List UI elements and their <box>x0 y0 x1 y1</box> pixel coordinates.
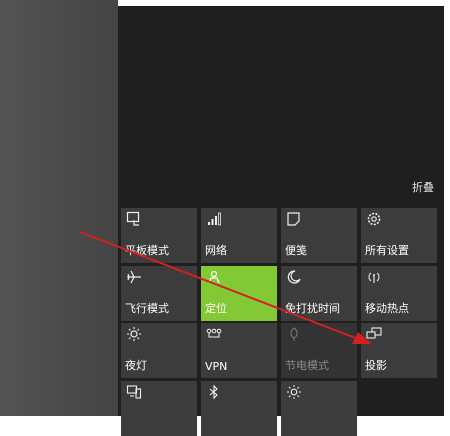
note-icon <box>286 211 302 227</box>
tile-label: 飞行模式 <box>125 302 169 315</box>
collapse-button[interactable]: 折叠 <box>412 179 434 195</box>
settings-gear-icon <box>366 211 382 227</box>
tile-label: 便笺 <box>285 244 307 257</box>
night-light-icon <box>126 326 142 342</box>
tile-bluetooth[interactable] <box>201 381 277 436</box>
tile-label: 所有设置 <box>365 244 409 257</box>
project-icon <box>366 326 382 342</box>
tile-note[interactable]: 便笺 <box>281 208 357 263</box>
tablet-mode-icon <box>126 211 142 227</box>
brightness-icon <box>286 384 302 400</box>
tile-quiet-hours[interactable]: 免打扰时间 <box>281 266 357 321</box>
tile-project[interactable]: 投影 <box>361 323 437 378</box>
tile-label: 投影 <box>365 359 387 372</box>
battery-saver-icon <box>286 326 302 342</box>
tile-location[interactable]: 定位 <box>201 266 277 321</box>
desktop-background <box>0 0 118 416</box>
tile-vpn[interactable]: VPN <box>201 323 277 378</box>
tile-label: 夜灯 <box>125 359 147 372</box>
bluetooth-icon <box>206 384 222 400</box>
tile-connect[interactable] <box>121 381 197 436</box>
tile-network[interactable]: 网络 <box>201 208 277 263</box>
tile-battery-saver[interactable]: 节电模式 <box>281 323 357 378</box>
mobile-hotspot-icon <box>366 269 382 285</box>
connect-icon <box>126 384 142 400</box>
quiet-hours-moon-icon <box>286 269 302 285</box>
tile-label: 网络 <box>205 244 227 257</box>
tile-all-settings[interactable]: 所有设置 <box>361 208 437 263</box>
network-icon <box>206 211 222 227</box>
tile-label: 定位 <box>205 302 227 315</box>
tile-brightness[interactable] <box>281 381 357 436</box>
tile-night-light[interactable]: 夜灯 <box>121 323 197 378</box>
location-icon <box>206 269 222 285</box>
vpn-icon <box>206 326 222 342</box>
tile-label: 平板模式 <box>125 244 169 257</box>
tile-tablet-mode[interactable]: 平板模式 <box>121 208 197 263</box>
tile-mobile-hotspot[interactable]: 移动热点 <box>361 266 437 321</box>
tile-airplane-mode[interactable]: 飞行模式 <box>121 266 197 321</box>
tile-label: 免打扰时间 <box>285 302 340 315</box>
tile-label: 移动热点 <box>365 302 409 315</box>
tile-label: 节电模式 <box>285 359 329 372</box>
tile-label: VPN <box>205 360 228 373</box>
airplane-icon <box>126 269 142 285</box>
